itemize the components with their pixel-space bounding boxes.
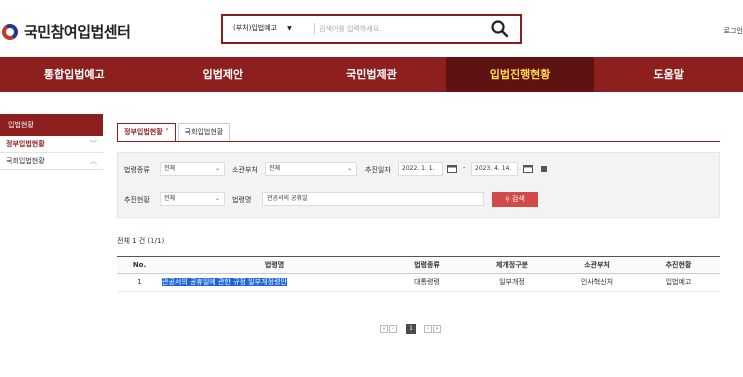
chevron-down-icon: ⌄ bbox=[214, 165, 220, 172]
filter-search-button[interactable]: ⚲ 검색 bbox=[492, 192, 538, 207]
row-status: 입법예고 bbox=[665, 278, 692, 286]
sidebar-item-assembly-status[interactable]: 국회입법현황 ︿ bbox=[0, 153, 103, 170]
nav-item-proposal[interactable]: 입법제안 bbox=[149, 57, 298, 92]
filter-panel: 법령종류 전체 ⌄ 소관부처 전체 ⌄ 추진일자 2022. 1. 1. - 2… bbox=[117, 152, 720, 218]
search-icon bbox=[491, 20, 509, 38]
law-status-table: No. 법령명 법령종류 제개정구분 소관부처 추진현황 1 관공서의 공휴일에… bbox=[117, 256, 720, 292]
date-to-input[interactable]: 2023. 4. 14. bbox=[471, 162, 518, 176]
date-reset-icon[interactable] bbox=[541, 166, 547, 172]
col-header-no: No. bbox=[132, 261, 147, 269]
status-select[interactable]: 전체 ⌄ bbox=[160, 192, 225, 206]
col-header-ministry: 소관부처 bbox=[584, 261, 610, 269]
row-law-name-text: 관공서의 공휴일에 관한 규정 일부개정령안 bbox=[162, 278, 287, 286]
sidebar-item-gov-status[interactable]: 정부입법현황 ﹀ bbox=[0, 136, 103, 153]
global-search-input[interactable] bbox=[319, 21, 479, 37]
col-header-law-name: 법령명 bbox=[264, 261, 285, 269]
tab-gov-status[interactable]: 정부입법현황 ˅ bbox=[117, 123, 176, 142]
search-icon: ⚲ bbox=[505, 196, 510, 203]
row-law-name-link[interactable]: 관공서의 공휴일에 관한 규정 일부개정령안 bbox=[162, 274, 387, 291]
law-name-label: 법령명 bbox=[232, 196, 252, 204]
ministry-value: 전체 bbox=[269, 165, 281, 172]
main-nav: 통합입법예고 입법제안 국민법제관 입법진행현황 도움말 bbox=[0, 57, 743, 92]
top-bar: 국민참여입법센터 (부처)입법예고 ▼ 로그인 bbox=[0, 0, 743, 57]
col-header-law-type: 법령종류 bbox=[414, 261, 440, 269]
status-label: 추진현황 bbox=[124, 196, 150, 204]
status-tabs: 정부입법현황 ˅ 국회입법현황 bbox=[117, 123, 232, 142]
sidebar-heading: 입법현황 bbox=[0, 114, 103, 136]
nav-item-status[interactable]: 입법진행현황 bbox=[445, 57, 595, 92]
global-search-box: (부처)입법예고 ▼ bbox=[221, 14, 522, 44]
row-no: 1 bbox=[137, 278, 142, 286]
pagination: « ‹ 1 › » bbox=[380, 324, 442, 334]
search-divider bbox=[314, 23, 315, 35]
nav-item-help[interactable]: 도움말 bbox=[594, 57, 743, 92]
chevron-down-icon: ⌄ bbox=[346, 165, 352, 172]
date-label: 추진일자 bbox=[365, 166, 391, 174]
ministry-select[interactable]: 전체 ⌄ bbox=[265, 162, 357, 176]
search-scope-label: (부처)입법예고 bbox=[233, 24, 278, 32]
result-count-prefix: 전체 1 건 ( bbox=[117, 237, 151, 245]
last-page-button[interactable]: » bbox=[433, 325, 441, 333]
tab-assembly-status[interactable]: 국회입법현황 bbox=[177, 123, 231, 142]
table-header: No. 법령명 법령종류 제개정구분 소관부처 추진현황 bbox=[117, 256, 720, 274]
row-ministry: 인사혁신처 bbox=[580, 278, 614, 286]
nav-item-legislator[interactable]: 국민법제관 bbox=[297, 57, 446, 92]
row-revision: 일부개정 bbox=[499, 278, 525, 286]
nav-item-notice[interactable]: 통합입법예고 bbox=[0, 57, 149, 92]
row-law-type: 대통령령 bbox=[414, 278, 440, 286]
next-page-button[interactable]: › bbox=[424, 325, 432, 333]
tab-underline bbox=[117, 141, 720, 142]
status-value: 전체 bbox=[164, 195, 176, 202]
date-from-input[interactable]: 2022. 1. 1. bbox=[398, 162, 443, 176]
site-logo[interactable]: 국민참여입법센터 bbox=[2, 21, 131, 42]
col-header-revision: 제개정구분 bbox=[495, 261, 529, 269]
caret-down-icon: ▼ bbox=[287, 24, 292, 32]
calendar-icon[interactable] bbox=[523, 164, 533, 173]
law-type-value: 전체 bbox=[164, 165, 176, 172]
chevron-down-icon: ﹀ bbox=[90, 140, 97, 148]
sidebar-item-label: 정부입법현황 bbox=[6, 140, 45, 148]
sidebar-item-label: 국회입법현황 bbox=[6, 157, 45, 165]
col-header-status: 추진현황 bbox=[665, 261, 692, 269]
result-count-suffix: /1) bbox=[154, 237, 165, 245]
date-separator: - bbox=[463, 164, 466, 172]
site-title: 국민참여입법센터 bbox=[24, 23, 131, 41]
chevron-down-icon: ⌄ bbox=[214, 195, 220, 202]
calendar-icon[interactable] bbox=[447, 164, 457, 173]
law-name-input[interactable]: 관공서의 공휴일 bbox=[262, 192, 484, 206]
logo-emblem-icon bbox=[2, 23, 18, 40]
ministry-label: 소관부처 bbox=[232, 166, 258, 174]
law-type-select[interactable]: 전체 ⌄ bbox=[160, 162, 225, 176]
login-link[interactable]: 로그인 bbox=[724, 26, 743, 36]
first-page-button[interactable]: « bbox=[380, 325, 388, 333]
page-number-current[interactable]: 1 bbox=[406, 324, 416, 334]
filter-search-label: 검색 bbox=[511, 195, 525, 203]
law-type-label: 법령종류 bbox=[124, 166, 150, 174]
sidebar: 입법현황 정부입법현황 ﹀ 국회입법현황 ︿ bbox=[0, 114, 103, 170]
chevron-up-icon: ︿ bbox=[90, 157, 97, 165]
search-scope-select[interactable]: (부처)입법예고 ▼ bbox=[233, 23, 292, 33]
result-count: 전체 1 건 (1/1) bbox=[117, 236, 164, 246]
prev-page-button[interactable]: ‹ bbox=[389, 325, 397, 333]
global-search-button[interactable] bbox=[490, 19, 510, 39]
table-row: 1 관공서의 공휴일에 관한 규정 일부개정령안 대통령령 일부개정 인사혁신처… bbox=[117, 274, 720, 292]
